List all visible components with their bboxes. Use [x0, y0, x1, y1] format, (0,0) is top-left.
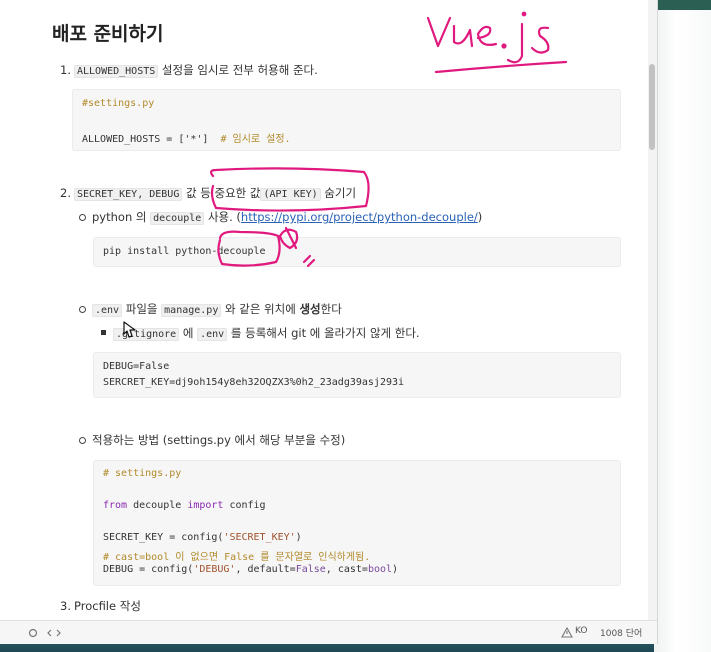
- editor-window: 배포 준비하기 1. ALLOWED_HOSTS 설정을 임시로 전부 허용해 준…: [0, 0, 658, 644]
- source-code-icon[interactable]: [47, 627, 61, 639]
- scrollbar-thumb[interactable]: [649, 64, 655, 150]
- status-bar: KO 1008 단어: [0, 620, 657, 644]
- document-content: 배포 준비하기 1. ALLOWED_HOSTS 설정을 임시로 전부 허용해 준…: [0, 0, 648, 620]
- vertical-scrollbar[interactable]: [648, 0, 657, 620]
- warning-icon[interactable]: [561, 627, 573, 639]
- desktop-right-strip: [654, 0, 711, 652]
- word-count[interactable]: 1008 단어: [600, 626, 642, 639]
- language-indicator[interactable]: KO: [575, 626, 588, 636]
- circle-icon[interactable]: [27, 627, 39, 639]
- pen-annotation-layer: [210, 11, 568, 268]
